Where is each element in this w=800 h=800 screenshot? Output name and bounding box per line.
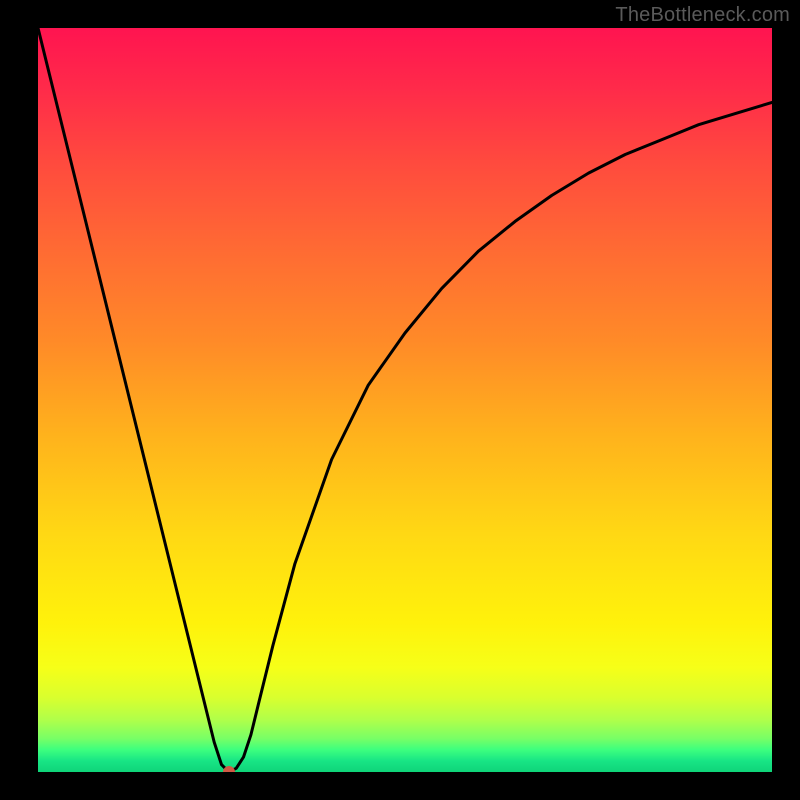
watermark-text: TheBottleneck.com — [615, 4, 790, 27]
plot-area — [38, 28, 772, 772]
optimal-point-marker — [223, 766, 235, 772]
chart-frame: TheBottleneck.com — [0, 0, 800, 800]
bottleneck-curve — [38, 28, 772, 772]
